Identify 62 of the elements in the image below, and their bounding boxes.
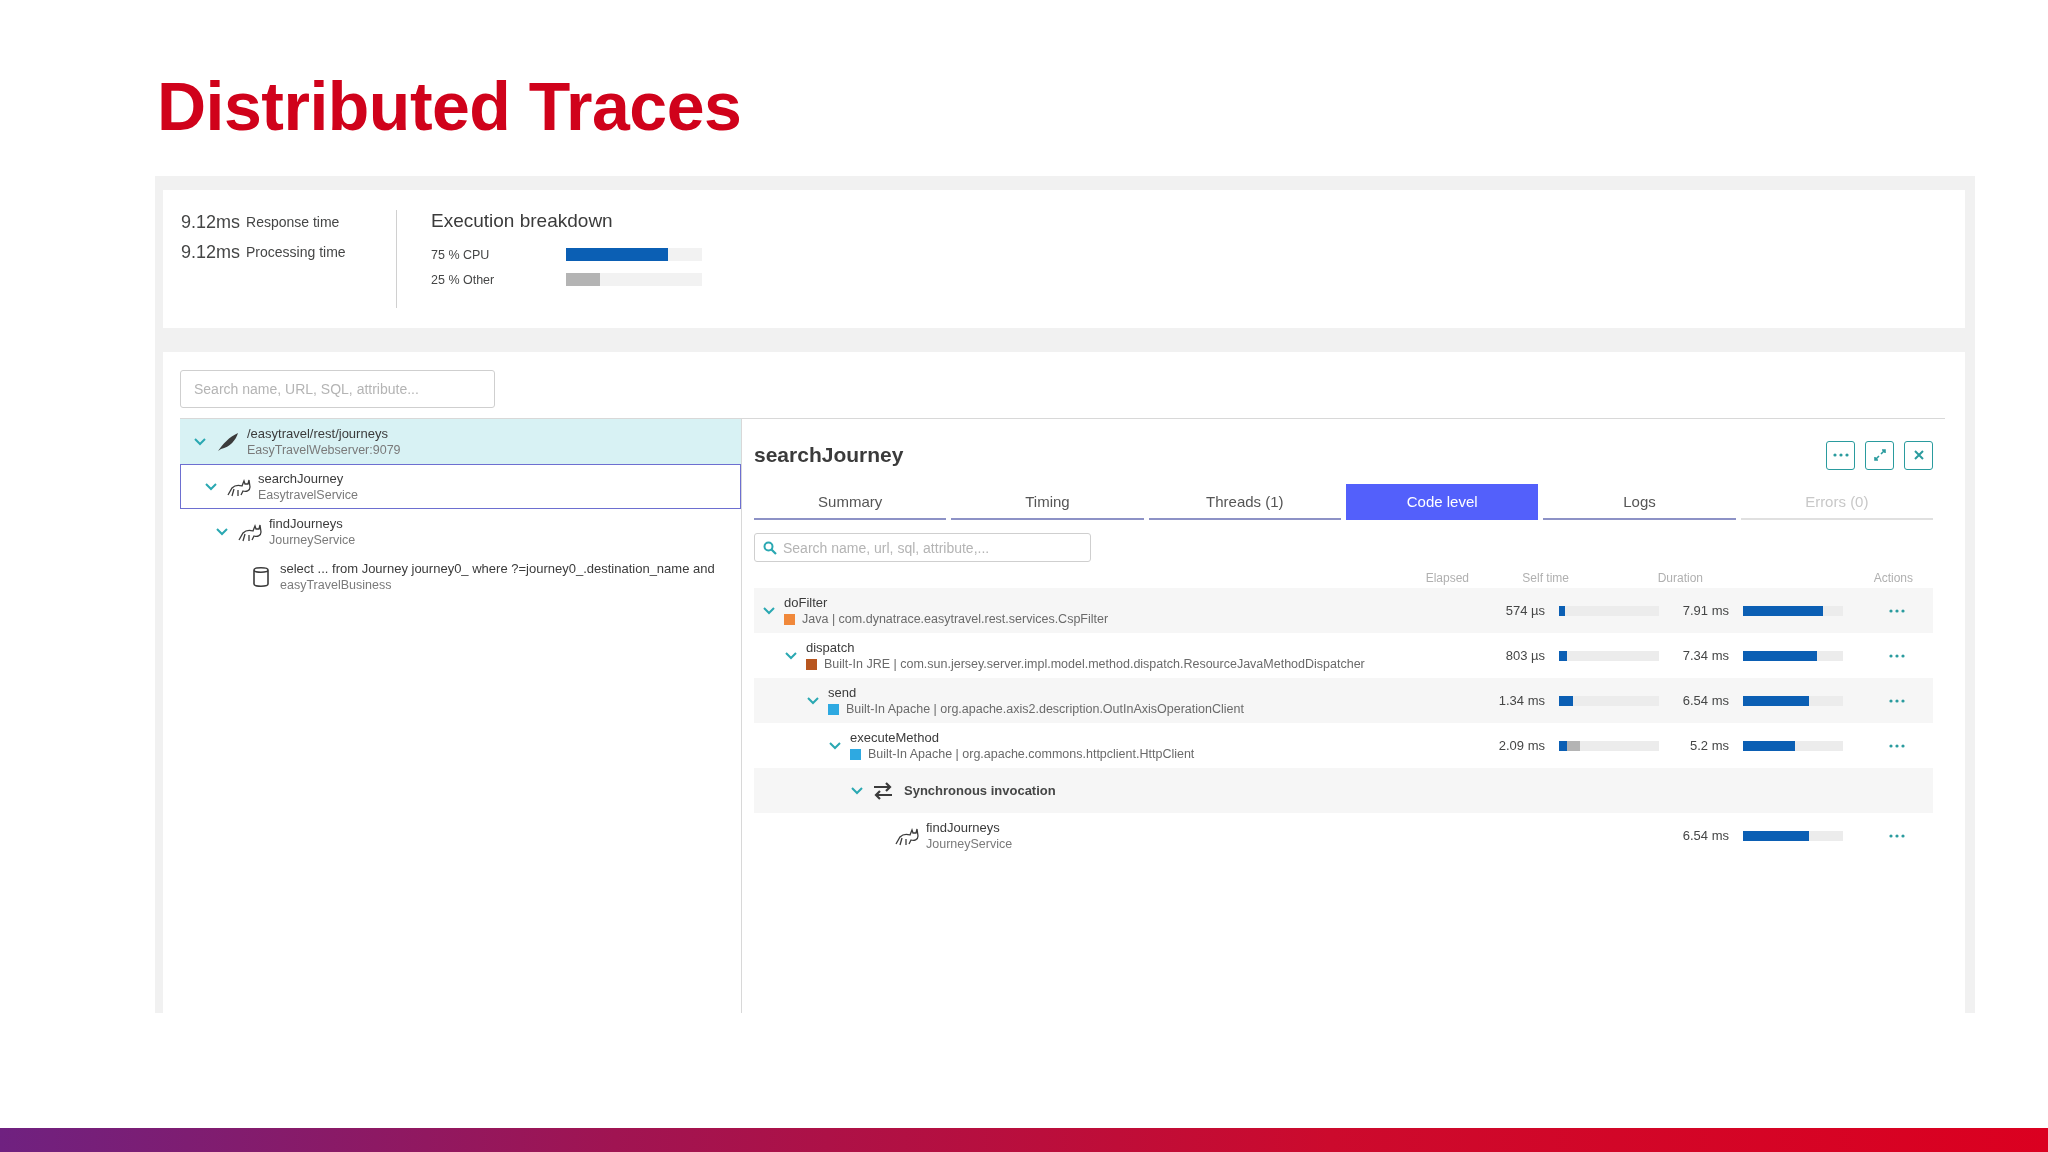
chevron-icon[interactable] bbox=[784, 650, 798, 661]
node-name: select ... from Journey journey0_ where ?=journey0_.destination_name and bbox=[280, 559, 715, 577]
column-header: Actions bbox=[1872, 571, 1913, 585]
method-name: send bbox=[828, 683, 858, 701]
method-class: Java | com.dynatrace.easytravel.rest.services.CspFilter bbox=[802, 610, 1109, 628]
more-button[interactable] bbox=[1826, 440, 1855, 470]
duration: 5.2 ms bbox=[1689, 738, 1730, 753]
metric-label: Response time bbox=[246, 214, 340, 230]
self-time: 1.34 ms bbox=[1497, 693, 1546, 708]
column-header: Duration bbox=[1656, 571, 1704, 585]
chevron-icon[interactable] bbox=[215, 526, 229, 537]
metric-value: 9.12ms bbox=[181, 211, 241, 233]
slide-title: Distributed Traces bbox=[157, 72, 743, 140]
close-button[interactable] bbox=[1904, 440, 1933, 470]
duration: 6.54 ms bbox=[1681, 693, 1730, 708]
self-time: 574 µs bbox=[1504, 603, 1546, 618]
breakdown-title: Execution breakdown bbox=[431, 210, 614, 232]
method-name: doFilter bbox=[784, 593, 829, 611]
search-field[interactable]: Search name, URL, SQL, attribute... bbox=[180, 370, 495, 408]
expand-button[interactable] bbox=[1865, 440, 1894, 470]
tree-row[interactable]: /easytravel/rest/journeys EasyTravelWebserver:9079 bbox=[180, 419, 741, 464]
invocation-label: Synchronous invocation bbox=[904, 783, 1056, 798]
expand-icon bbox=[1872, 448, 1887, 462]
chevron-icon[interactable] bbox=[204, 481, 218, 492]
service-type: JourneyService bbox=[926, 835, 1013, 853]
node-name: searchJourney bbox=[258, 469, 345, 487]
method-name: dispatch bbox=[806, 638, 856, 656]
metric-value: 9.12ms bbox=[181, 241, 241, 263]
method-class: Built-In JRE | com.sun.jersey.server.impl.model.method.dispatch.ResourceJavaMethodDispatcher bbox=[824, 655, 1365, 673]
breakdown-label: 75 % CPU bbox=[431, 247, 491, 262]
node-service: EasyTravelWebserver:9079 bbox=[247, 441, 401, 459]
duration: 7.91 ms bbox=[1681, 603, 1730, 618]
service-name: findJourneys bbox=[926, 818, 1001, 836]
duration: 7.34 ms bbox=[1681, 648, 1730, 663]
metric-label: Processing time bbox=[246, 244, 346, 260]
close-icon bbox=[1912, 449, 1925, 461]
chevron-icon[interactable] bbox=[828, 740, 842, 751]
column-header: Self time bbox=[1521, 571, 1569, 585]
node-name: /easytravel/rest/journeys bbox=[247, 424, 389, 442]
more-icon bbox=[1832, 453, 1849, 457]
method-class: Built-In Apache | org.apache.axis2.description.OutInAxisOperationClient bbox=[846, 700, 1244, 718]
chevron-icon[interactable] bbox=[806, 695, 820, 706]
method-class: Built-In Apache | org.apache.commons.httpclient.HttpClient bbox=[868, 745, 1195, 763]
breakdown-label: 25 % Other bbox=[431, 272, 496, 287]
duration: 6.54 ms bbox=[1681, 828, 1730, 843]
details-title: searchJourney bbox=[754, 443, 904, 467]
tree-row[interactable]: searchJourney EasytravelService bbox=[180, 464, 741, 509]
search-field[interactable]: Search name, url, sql, attribute,... bbox=[754, 533, 1091, 562]
node-name: findJourneys bbox=[269, 514, 344, 532]
self-time: 803 µs bbox=[1504, 648, 1546, 663]
search-icon bbox=[763, 541, 777, 555]
node-service: EasytravelService bbox=[258, 486, 359, 504]
chevron-icon[interactable] bbox=[762, 605, 776, 616]
node-service: easyTravelBusiness bbox=[280, 576, 393, 594]
self-time: 2.09 ms bbox=[1497, 738, 1546, 753]
node-service: JourneyService bbox=[269, 531, 356, 549]
swap-arrows-icon bbox=[872, 780, 894, 801]
tab[interactable]: Code level bbox=[1346, 484, 1539, 520]
chevron-icon[interactable] bbox=[193, 436, 207, 447]
method-name: executeMethod bbox=[850, 728, 940, 746]
column-header: Elapsed bbox=[1424, 571, 1469, 585]
chevron-icon[interactable] bbox=[850, 785, 864, 796]
